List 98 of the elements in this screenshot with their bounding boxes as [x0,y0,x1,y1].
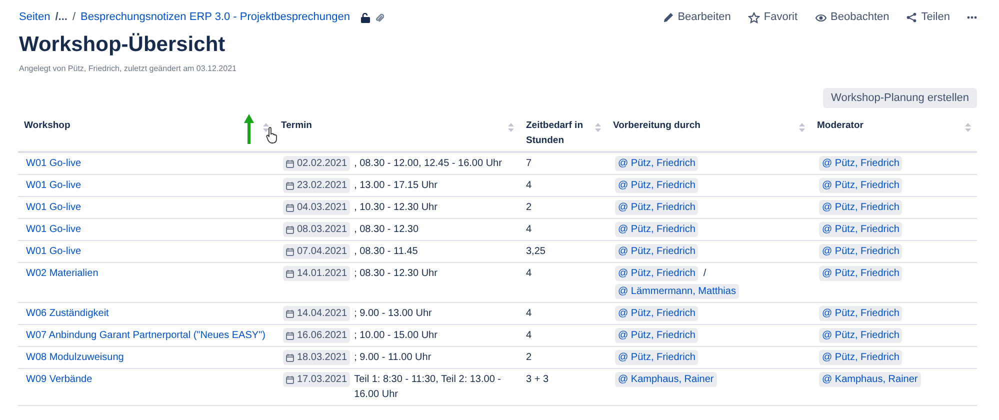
user-mention[interactable]: @ Pütz, Friedrich [615,306,698,321]
user-mention[interactable]: @ Kamphaus, Rainer [819,372,921,387]
hand-cursor-icon [266,127,278,144]
user-mention[interactable]: @ Pütz, Friedrich [819,328,902,343]
hours-text: 7 [526,158,532,169]
toolbar-button[interactable]: Beobachten [814,9,890,26]
breadcrumb-ellipsis[interactable]: /... [55,9,68,26]
user-mention[interactable]: @ Pütz, Friedrich [615,178,698,193]
separator-text: / [703,267,706,281]
eye-icon [814,12,827,22]
date-lozenge[interactable]: 04.03.2021 [283,200,350,215]
user-mention[interactable]: @ Pütz, Friedrich [819,222,902,237]
unlock-icon[interactable] [360,12,370,22]
time-text: , 08.30 - 11.45 [354,245,418,259]
toolbar-button[interactable]: Bearbeiten [662,9,731,26]
hours-text: 4 [526,308,532,319]
user-mention[interactable]: @ Pütz, Friedrich [615,350,698,365]
workshop-link[interactable]: W06 Zuständigkeit [26,308,109,319]
more-icon[interactable] [967,16,977,19]
date-lozenge[interactable]: 07.04.2021 [283,244,350,259]
calendar-icon [286,376,294,384]
workshop-link[interactable]: W01 Go-live [26,158,82,169]
time-text: , 08.30 - 12.00, 12.45 - 16.00 Uhr [354,157,502,171]
column-header[interactable]: Vorbereitung durch [613,118,700,133]
hours-text: 2 [526,202,532,213]
user-mention[interactable]: @ Pütz, Friedrich [819,156,902,171]
time-text: ; 08.30 - 12.30 Uhr [354,267,438,281]
paperclip-icon[interactable] [374,12,384,22]
user-mention[interactable]: @ Pütz, Friedrich [615,222,698,237]
workshop-link[interactable]: W02 Materialien [26,268,98,279]
calendar-icon [286,248,294,256]
time-text: , 08.30 - 12.30 [354,223,419,237]
calendar-icon [286,270,294,278]
column-header[interactable]: Moderator [817,118,864,133]
workshop-link[interactable]: W09 Verbände [26,374,92,385]
sort-icon[interactable] [263,123,269,132]
calendar-icon [286,354,294,362]
workshop-link[interactable]: W01 Go-live [26,180,82,191]
toolbar-button[interactable]: Teilen [906,9,950,26]
date-lozenge[interactable]: 14.01.2021 [283,266,350,281]
date-lozenge[interactable]: 08.03.2021 [283,222,350,237]
share-icon [906,12,918,23]
toolbar-button[interactable]: Favorit [748,9,798,26]
workshop-link[interactable]: W07 Anbindung Garant Partnerportal ("Neues EASY") [26,330,266,341]
user-mention[interactable]: @ Pütz, Friedrich [819,178,902,193]
calendar-icon [286,160,294,168]
hours-text: 2 [526,352,532,363]
column-header[interactable]: Zeitbedarf in Stunden [526,118,593,148]
user-mention[interactable]: @ Pütz, Friedrich [819,306,902,321]
breadcrumb-link[interactable]: Seiten [19,9,50,26]
time-text: , 10.30 - 12.30 Uhr [354,201,438,215]
calendar-icon [286,226,294,234]
column-header[interactable]: Termin [281,118,312,133]
user-mention[interactable]: @ Lämmermann, Matthias [615,284,739,299]
hours-text: 3 + 3 [526,374,549,385]
date-lozenge[interactable]: 16.06.2021 [283,328,350,343]
hours-text: 4 [526,268,532,279]
time-text: ; 9.00 - 11.00 Uhr [354,351,432,365]
calendar-icon [286,204,294,212]
hours-text: 4 [526,224,532,235]
workshop-link[interactable]: W08 Modulzuweisung [26,352,124,363]
star-icon [748,12,760,24]
date-lozenge[interactable]: 17.03.2021 [283,372,350,387]
user-mention[interactable]: @ Pütz, Friedrich [615,156,698,171]
user-mention[interactable]: @ Pütz, Friedrich [615,244,698,259]
workshop-link[interactable]: W01 Go-live [26,202,82,213]
user-mention[interactable]: @ Pütz, Friedrich [819,350,902,365]
page-byline: Angelegt von Pütz, Friedrich, zuletzt geändert am 03.12.2021 [18,63,238,75]
page-title: Workshop-Übersicht [18,32,226,58]
workshop-link[interactable]: W01 Go-live [26,224,82,235]
user-mention[interactable]: @ Pütz, Friedrich [615,200,698,215]
calendar-icon [286,332,294,340]
user-mention[interactable]: @ Pütz, Friedrich [615,266,698,281]
time-text: , 13.00 - 17.15 Uhr [354,179,438,193]
user-mention[interactable]: @ Pütz, Friedrich [615,328,698,343]
time-text: ; 10.00 - 15.00 Uhr [354,329,438,343]
breadcrumb-separator: / [72,10,76,26]
breadcrumb-link[interactable]: Besprechungsnotizen ERP 3.0 - Projektbesprechungen [80,9,350,26]
user-mention[interactable]: @ Pütz, Friedrich [819,244,902,259]
date-lozenge[interactable]: 23.02.2021 [283,178,350,193]
time-text: ; 9.00 - 13.00 Uhr [354,307,432,321]
hours-text: 4 [526,330,532,341]
date-lozenge[interactable]: 18.03.2021 [283,350,350,365]
user-mention[interactable]: @ Kamphaus, Rainer [615,372,717,387]
date-lozenge[interactable]: 02.02.2021 [283,156,350,171]
date-lozenge[interactable]: 14.04.2021 [283,306,350,321]
calendar-icon [286,310,294,318]
hours-text: 4 [526,180,532,191]
pencil-icon [662,12,674,23]
create-button[interactable]: Workshop-Planung erstellen [823,88,977,108]
column-header[interactable]: Workshop [24,118,70,133]
calendar-icon [286,182,294,190]
hours-text: 3,25 [526,246,546,257]
workshop-link[interactable]: W01 Go-live [26,246,82,257]
user-mention[interactable]: @ Pütz, Friedrich [819,266,902,281]
user-mention[interactable]: @ Pütz, Friedrich [819,200,902,215]
time-text: Teil 1: 8:30 - 11:30, Teil 2: 13.00 - 16.00 Uhr [354,373,502,402]
arrow-up-icon [244,114,254,144]
